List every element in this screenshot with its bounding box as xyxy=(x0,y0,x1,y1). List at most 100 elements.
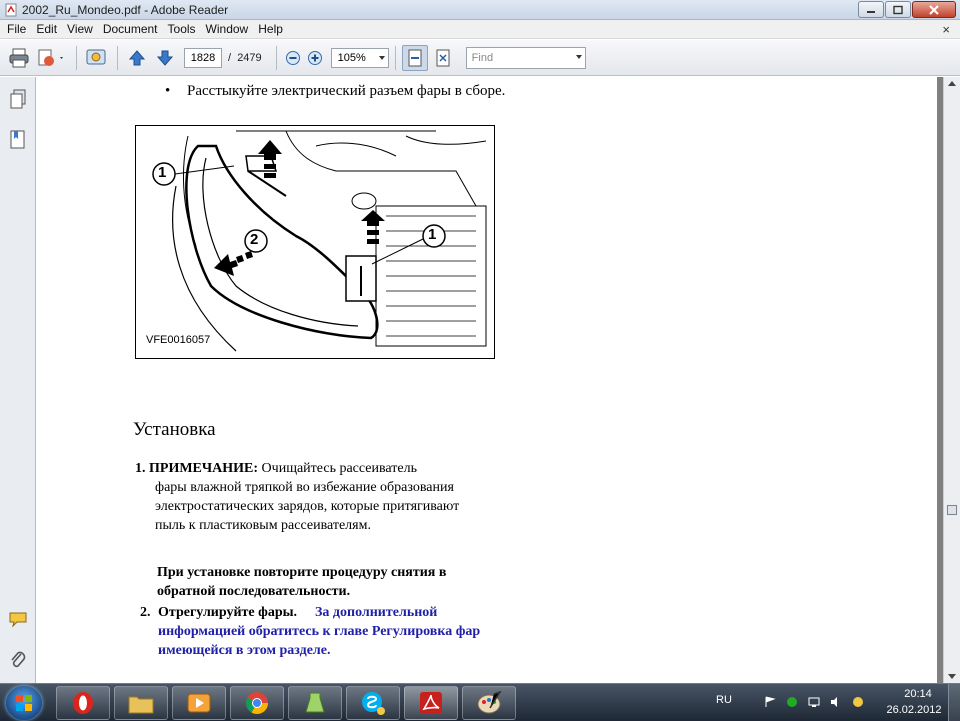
maximize-icon xyxy=(893,5,903,14)
comments-panel-icon[interactable] xyxy=(8,609,28,631)
maximize-button[interactable] xyxy=(885,1,911,18)
zoom-select[interactable]: 105% xyxy=(330,47,389,68)
taskbar-opera[interactable] xyxy=(56,686,110,720)
taskbar-explorer[interactable] xyxy=(114,686,168,720)
taskbar-utility[interactable] xyxy=(288,686,342,720)
toolbar: 1828 / 2479 105% Find xyxy=(0,40,960,76)
start-button[interactable] xyxy=(6,686,42,720)
step-1-number: 1. xyxy=(135,461,146,476)
headlamp-figure: 1 2 1 VFE0016057 xyxy=(135,125,495,359)
pdf-file-icon xyxy=(5,3,17,17)
previous-page-button[interactable] xyxy=(124,45,150,71)
toolbar-separator xyxy=(117,45,118,70)
fit-width-button[interactable] xyxy=(401,44,428,71)
network-icon[interactable] xyxy=(808,696,820,708)
step-1-first-line: ПРИМЕЧАНИЕ: Очищайтесь рассеиватель xyxy=(149,459,417,478)
window-title: 2002_Ru_Mondeo.pdf - Adobe Reader xyxy=(22,3,229,17)
fit-width-icon xyxy=(408,49,422,66)
chevron-down-icon xyxy=(575,54,582,59)
toolbar-separator xyxy=(394,45,396,70)
note-first: Очищайтесь рассеиватель xyxy=(258,461,417,476)
clock-date[interactable]: 26.02.2012 xyxy=(884,704,944,716)
page-number-field[interactable]: 1828 xyxy=(184,47,222,68)
zoom-in-button[interactable] xyxy=(305,45,325,71)
taskbar-skype[interactable] xyxy=(346,686,400,720)
show-desktop-button[interactable] xyxy=(948,684,960,721)
zoom-value: 105% xyxy=(337,51,366,64)
cross-reference-link[interactable]: За дополнительной xyxy=(315,605,437,620)
title-bar: 2002_Ru_Mondeo.pdf - Adobe Reader xyxy=(0,0,960,20)
step-2-number: 2. xyxy=(140,605,151,620)
page-count-text: / 2479 xyxy=(228,52,262,64)
adobe-reader-icon xyxy=(420,692,442,714)
keyboard-icon[interactable] xyxy=(852,696,864,708)
step-2-text: Отрегулируйте фары. xyxy=(158,605,298,620)
menu-document[interactable]: Document xyxy=(98,22,163,36)
scroll-down-arrow-icon[interactable] xyxy=(948,674,956,679)
scrollbar-thumb[interactable] xyxy=(947,505,957,515)
callout-1-right: 1 xyxy=(428,226,437,243)
explorer-icon xyxy=(128,696,154,714)
taskbar-adobe-reader[interactable] xyxy=(404,686,458,720)
headlamp-illustration xyxy=(152,130,487,352)
close-document-button[interactable]: × xyxy=(942,22,950,37)
callout-1-top: 1 xyxy=(158,164,167,181)
taskbar-paint[interactable] xyxy=(462,686,516,720)
print-button[interactable] xyxy=(6,45,32,71)
windows-logo-icon xyxy=(16,695,32,711)
close-window-button[interactable] xyxy=(912,1,956,18)
antivirus-icon[interactable] xyxy=(786,696,798,708)
share-button[interactable] xyxy=(34,45,68,71)
menu-file[interactable]: File xyxy=(2,22,31,36)
step-2-first-line: Отрегулируйте фары. За дополнительной xyxy=(158,603,437,622)
zoom-out-button[interactable] xyxy=(283,45,303,71)
attachments-paperclip-icon[interactable] xyxy=(8,649,28,671)
printer-icon xyxy=(9,48,29,67)
utility-icon xyxy=(305,692,325,713)
collaborate-button[interactable] xyxy=(83,45,109,71)
language-indicator[interactable]: RU xyxy=(716,694,732,706)
find-input[interactable]: Find xyxy=(465,46,586,69)
cross-reference-link-continued[interactable]: информацией обратитесь к главе Регулиров… xyxy=(158,622,508,660)
minimize-icon xyxy=(867,10,875,13)
scroll-up-arrow-icon[interactable] xyxy=(948,81,956,86)
menu-edit[interactable]: Edit xyxy=(31,22,62,36)
menu-help[interactable]: Help xyxy=(253,22,288,36)
pages-panel-icon[interactable] xyxy=(8,89,28,111)
media-player-icon xyxy=(187,693,211,713)
bullet-dot: • xyxy=(165,83,171,99)
arrow-down-icon xyxy=(156,50,174,66)
collaborate-icon xyxy=(86,49,106,64)
zoom-out-icon xyxy=(285,50,300,65)
taskbar-chrome[interactable] xyxy=(230,686,284,720)
chevron-down-icon xyxy=(378,55,385,60)
section-heading: Установка xyxy=(133,419,216,440)
fit-page-button[interactable] xyxy=(430,45,456,71)
minimize-button[interactable] xyxy=(858,1,884,18)
document-viewport[interactable]: • Расстыкуйте электрический разъем фары … xyxy=(37,77,943,683)
vertical-scrollbar[interactable] xyxy=(943,77,960,683)
arrow-up-icon xyxy=(128,49,146,65)
next-page-button[interactable] xyxy=(152,45,178,71)
page-separator: / xyxy=(228,51,232,64)
menu-view[interactable]: View xyxy=(62,22,98,36)
paint-icon xyxy=(477,690,502,714)
taskbar-media-player[interactable] xyxy=(172,686,226,720)
figure-code: VFE0016057 xyxy=(146,334,211,346)
callout-2: 2 xyxy=(250,231,259,248)
clock-time[interactable]: 20:14 xyxy=(898,688,938,700)
note-label: ПРИМЕЧАНИЕ: xyxy=(149,461,259,476)
pdf-page: • Расстыкуйте электрический разъем фары … xyxy=(37,77,937,683)
note-rest: фары влажной тряпкой во избежание образо… xyxy=(155,480,460,533)
close-icon xyxy=(929,4,939,15)
toolbar-separator xyxy=(76,45,77,70)
skype-icon xyxy=(362,692,385,715)
taskbar: RU 20:14 26.02.2012 xyxy=(0,683,960,721)
flag-icon[interactable] xyxy=(764,696,776,708)
opera-icon xyxy=(73,692,93,714)
find-placeholder: Find xyxy=(471,51,494,64)
bookmarks-panel-icon[interactable] xyxy=(8,129,28,151)
volume-icon[interactable] xyxy=(830,696,842,708)
menu-window[interactable]: Window xyxy=(201,22,254,36)
menu-tools[interactable]: Tools xyxy=(163,22,201,36)
